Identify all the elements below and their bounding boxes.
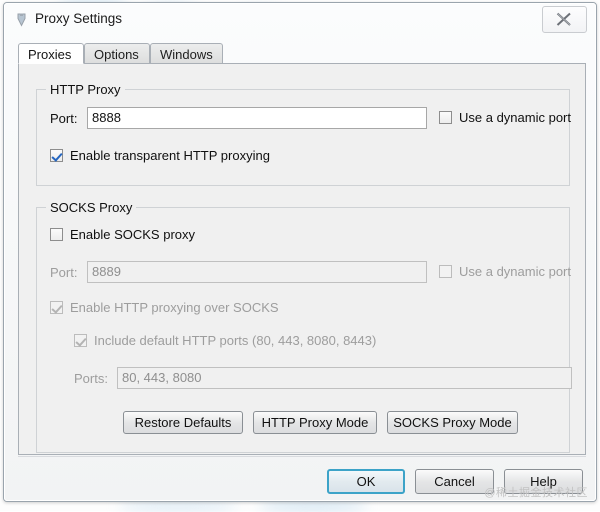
socks-ports-input[interactable]: 80, 443, 8080	[117, 367, 572, 389]
checkbox-box	[74, 334, 87, 347]
window-inner-frame: Proxy Settings Proxies Options Windows	[4, 3, 596, 501]
http-port-input[interactable]: 8888	[87, 107, 427, 129]
checkbox-box	[439, 265, 452, 278]
http-proxy-group: HTTP Proxy Port: 8888 Use a dynamic port…	[36, 89, 570, 186]
tab-windows-label: Windows	[160, 47, 213, 62]
close-icon[interactable]	[542, 6, 587, 33]
transparent-http-proxying-label: Enable transparent HTTP proxying	[70, 148, 270, 163]
http-dynamic-port-label: Use a dynamic port	[459, 110, 571, 125]
transparent-http-proxying-checkbox[interactable]: Enable transparent HTTP proxying	[50, 148, 270, 163]
enable-socks-proxy-checkbox[interactable]: Enable SOCKS proxy	[50, 227, 195, 242]
socks-port-input[interactable]: 8889	[87, 261, 427, 283]
http-proxy-mode-button[interactable]: HTTP Proxy Mode	[253, 411, 377, 434]
tab-proxies[interactable]: Proxies	[18, 43, 84, 64]
socks-proxy-group: SOCKS Proxy Enable SOCKS proxy Port: 888…	[36, 207, 570, 453]
socks-ports-label: Ports:	[74, 371, 108, 386]
socks-dynamic-port-checkbox[interactable]: Use a dynamic port	[439, 264, 571, 279]
footer-divider	[18, 456, 586, 457]
enable-socks-proxy-label: Enable SOCKS proxy	[70, 227, 195, 242]
watermark-text: @稀土掘金技术社区	[484, 484, 588, 500]
tab-options[interactable]: Options	[84, 43, 150, 64]
restore-defaults-button[interactable]: Restore Defaults	[123, 411, 243, 434]
http-port-label: Port:	[50, 111, 77, 126]
checkbox-box	[439, 111, 452, 124]
socks-dynamic-port-label: Use a dynamic port	[459, 264, 571, 279]
ok-button[interactable]: OK	[327, 469, 405, 494]
checkbox-box	[50, 149, 63, 162]
socks-proxy-mode-button[interactable]: SOCKS Proxy Mode	[387, 411, 518, 434]
checkbox-box	[50, 301, 63, 314]
socks-port-label: Port:	[50, 265, 77, 280]
http-proxying-over-socks-label: Enable HTTP proxying over SOCKS	[70, 300, 279, 315]
include-default-http-ports-label: Include default HTTP ports (80, 443, 808…	[94, 333, 376, 348]
window-title: Proxy Settings	[35, 11, 122, 26]
http-dynamic-port-checkbox[interactable]: Use a dynamic port	[439, 110, 571, 125]
proxy-settings-window: Proxy Settings Proxies Options Windows	[3, 2, 597, 502]
tab-windows[interactable]: Windows	[150, 43, 223, 64]
http-proxy-group-title: HTTP Proxy	[46, 82, 125, 97]
http-proxying-over-socks-checkbox[interactable]: Enable HTTP proxying over SOCKS	[50, 300, 279, 315]
include-default-http-ports-checkbox[interactable]: Include default HTTP ports (80, 443, 808…	[74, 333, 376, 348]
tab-options-label: Options	[94, 47, 139, 62]
proxies-tab-panel: HTTP Proxy Port: 8888 Use a dynamic port…	[18, 63, 586, 455]
tab-strip: Proxies Options Windows	[18, 43, 584, 64]
socks-proxy-group-title: SOCKS Proxy	[46, 200, 136, 215]
cancel-button[interactable]: Cancel	[415, 469, 494, 494]
title-bar[interactable]: Proxy Settings	[5, 4, 595, 37]
checkbox-box	[50, 228, 63, 241]
tab-proxies-label: Proxies	[28, 47, 71, 62]
app-icon	[15, 13, 28, 27]
